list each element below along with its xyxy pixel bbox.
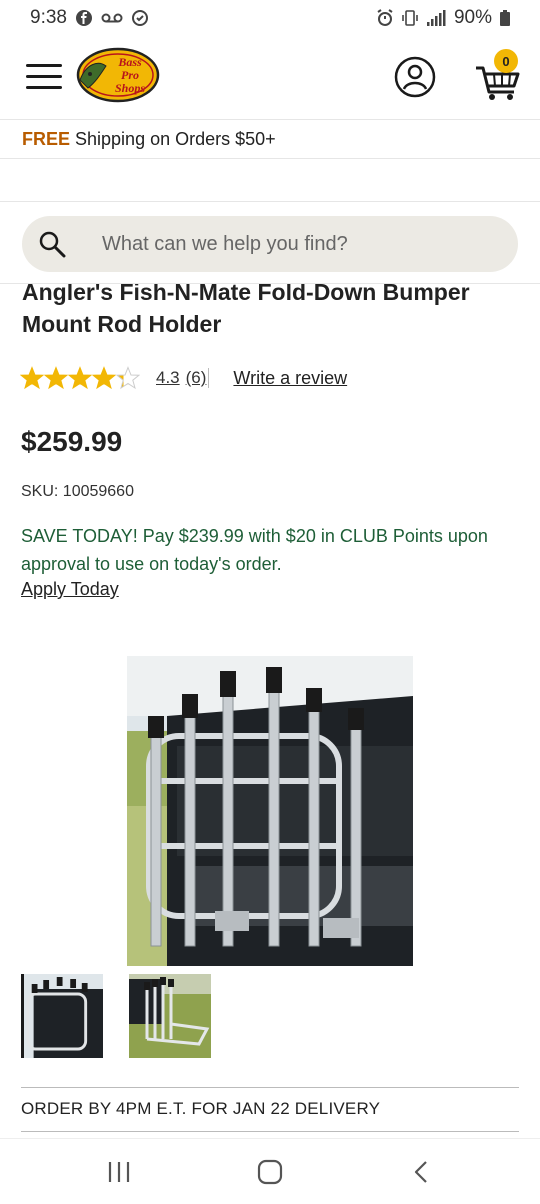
svg-text:Pro: Pro: [121, 68, 139, 82]
promo-free-label: FREE: [22, 129, 71, 149]
search-icon: [39, 231, 66, 258]
product-thumbnail-2[interactable]: [129, 974, 211, 1058]
rating-separator: [208, 368, 210, 388]
bass-pro-shops-logo[interactable]: Bass Pro Shops: [76, 46, 160, 104]
write-review-link[interactable]: Write a review: [233, 368, 347, 389]
hamburger-menu-button[interactable]: [26, 64, 62, 90]
star-icon: [92, 366, 116, 390]
menu-line: [26, 86, 62, 89]
alarm-icon: [377, 9, 393, 26]
divider: [21, 1087, 519, 1088]
svg-text:Bass: Bass: [117, 55, 142, 69]
recent-apps-icon[interactable]: [104, 1159, 134, 1185]
product-thumbnail-1[interactable]: [21, 974, 103, 1058]
rating-value[interactable]: 4.3: [156, 368, 180, 388]
star-icon: [44, 366, 68, 390]
home-icon[interactable]: [255, 1159, 285, 1185]
vibrate-icon: [402, 10, 418, 26]
search-input[interactable]: What can we help you find?: [22, 216, 518, 272]
star-rating[interactable]: [20, 366, 140, 390]
empty-banner-area: [0, 160, 540, 202]
status-time: 9:38: [30, 7, 67, 28]
product-rating: 4.3 (6) Write a review: [20, 364, 347, 392]
voicemail-icon: [101, 13, 123, 23]
star-icon: [20, 366, 44, 390]
product-main-image[interactable]: [127, 656, 413, 966]
product-title: Angler's Fish-N-Mate Fold-Down Bumper Mo…: [22, 284, 470, 337]
account-icon[interactable]: [394, 56, 436, 98]
product-sku: SKU: 10059660: [21, 483, 134, 500]
menu-line: [26, 75, 62, 78]
search-placeholder: What can we help you find?: [102, 232, 348, 255]
free-shipping-banner[interactable]: FREE Shipping on Orders $50+: [0, 121, 540, 159]
apply-today-link[interactable]: Apply Today: [21, 579, 119, 600]
product-price: $259.99: [21, 426, 123, 457]
menu-line: [26, 64, 62, 67]
status-right: 90%: [376, 7, 510, 29]
facebook-icon: [75, 10, 92, 26]
club-savings-offer: SAVE TODAY! Pay $239.99 with $20 in CLUB…: [21, 526, 488, 574]
signal-icon: [426, 10, 446, 26]
svg-text:Shops: Shops: [115, 81, 145, 95]
status-bar: 9:38 90%: [0, 0, 540, 36]
star-icon: [116, 366, 140, 390]
site-header: Bass Pro Shops 0: [0, 36, 540, 120]
divider: [21, 1131, 519, 1132]
sync-icon: [131, 10, 148, 26]
star-icon: [68, 366, 92, 390]
promo-text: Shipping on Orders $50+: [75, 129, 276, 149]
battery-percent: 90%: [453, 7, 492, 28]
status-left: 9:38: [30, 7, 149, 29]
product-title-container: Angler's Fish-N-Mate Fold-Down Bumper Mo…: [0, 284, 540, 348]
battery-icon: [500, 10, 510, 26]
system-nav-bar: [0, 1138, 540, 1204]
delivery-order-by: ORDER BY 4PM E.T. FOR JAN 22 DELIVERY: [21, 1099, 381, 1118]
review-count[interactable]: (6): [186, 368, 207, 388]
back-icon[interactable]: [406, 1159, 436, 1185]
cart-count-badge: 0: [494, 49, 518, 73]
